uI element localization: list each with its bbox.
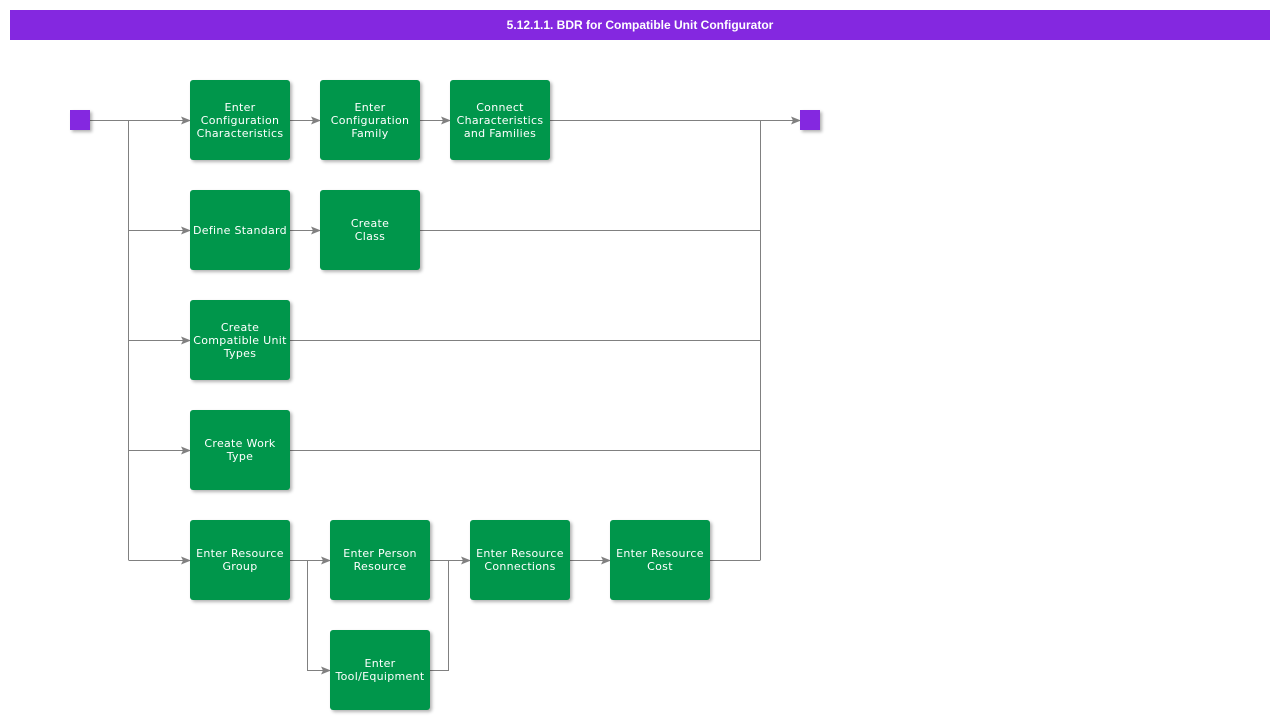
activity-define-standard[interactable]: Define Standard: [190, 190, 290, 270]
activity-enter-resource-group[interactable]: Enter Resource Group: [190, 520, 290, 600]
activity-create-compatible-unit-types[interactable]: Create Compatible Unit Types: [190, 300, 290, 380]
activity-enter-tool-equipment[interactable]: Enter Tool/Equipment: [330, 630, 430, 710]
activity-create-work-type[interactable]: Create Work Type: [190, 410, 290, 490]
activity-enter-resource-cost[interactable]: Enter Resource Cost: [610, 520, 710, 600]
activity-enter-configuration-characteristics[interactable]: Enter Configuration Characteristics: [190, 80, 290, 160]
end-event[interactable]: [800, 110, 820, 130]
activity-connect-characteristics-and-families[interactable]: Connect Characteristics and Families: [450, 80, 550, 160]
activity-create-class[interactable]: Create Class: [320, 190, 420, 270]
edge-n10-n11: [430, 560, 449, 671]
edge-n8-n10: [307, 560, 331, 675]
start-event[interactable]: [70, 110, 90, 130]
activity-enter-configuration-family[interactable]: Enter Configuration Family: [320, 80, 420, 160]
activity-enter-resource-connections[interactable]: Enter Resource Connections: [470, 520, 570, 600]
activity-enter-person-resource[interactable]: Enter Person Resource: [330, 520, 430, 600]
